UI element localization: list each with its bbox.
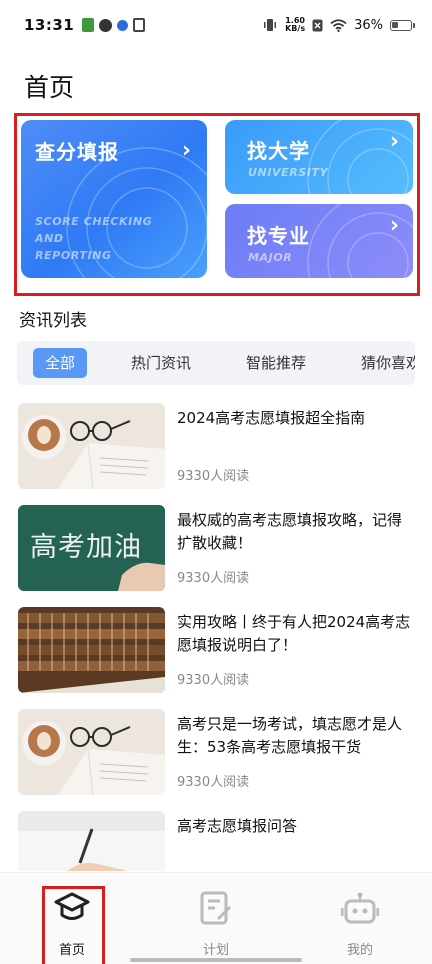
news-title: 高考志愿填报问答 <box>177 817 298 835</box>
find-major-card[interactable]: 找专业 › MAJOR <box>225 204 413 278</box>
news-read-count: 9330人阅读 <box>177 673 250 688</box>
battery-level <box>392 21 398 28</box>
speed-unit: KB/s <box>285 24 306 33</box>
app-notification-icon <box>99 18 113 32</box>
nav-mine[interactable]: 我的 <box>288 873 432 964</box>
library-image <box>18 607 165 693</box>
chevron-right-icon: › <box>389 129 399 154</box>
news-title: 实用攻略丨终于有人把2024高考志愿填报说明白了！ <box>177 613 411 654</box>
news-item[interactable]: 高考加油 最权威的高考志愿填报攻略，记得扩散收藏！ 9330人阅读 <box>18 505 418 591</box>
coffee-book-image <box>18 403 165 489</box>
news-title: 最权威的高考志愿填报攻略，记得扩散收藏！ <box>177 511 403 552</box>
subtitle-line: REPORTING <box>35 249 112 262</box>
find-university-subtitle: UNIVERSITY <box>248 166 329 179</box>
battery-icon <box>390 19 415 31</box>
section-title-news: 资讯列表 <box>19 311 87 331</box>
status-bar: 13:31 1.60 KB/s 36% <box>0 0 432 50</box>
no-sim-icon <box>312 19 323 31</box>
status-indicators: 1.60 KB/s 36% <box>262 17 415 33</box>
chalkboard-text: 高考加油 <box>30 532 142 563</box>
news-thumbnail: 高考加油 <box>18 505 165 591</box>
news-read-count: 9330人阅读 <box>177 469 250 484</box>
news-item[interactable]: 高考志愿填报问答 <box>18 811 418 871</box>
news-tabs: 全部 热门资讯 智能推荐 猜你喜欢 <box>17 341 415 385</box>
coffee-book-image <box>18 709 165 795</box>
battery-percent: 36% <box>354 17 383 33</box>
news-thumbnail <box>18 811 165 871</box>
find-major-title: 找专业 <box>247 224 310 248</box>
wifi-icon <box>330 18 347 32</box>
notification-icons <box>82 18 146 32</box>
plan-edit-icon <box>200 891 232 925</box>
news-thumbnail <box>18 607 165 693</box>
page-title: 首页 <box>24 73 75 102</box>
app-notification-icon <box>133 18 146 32</box>
find-university-title: 找大学 <box>247 139 310 163</box>
score-report-title: 查分填报 <box>35 140 119 164</box>
subtitle-line: AND <box>35 232 64 245</box>
tab-smart-recommend[interactable]: 智能推荐 <box>234 348 318 378</box>
news-read-count: 9330人阅读 <box>177 775 250 790</box>
news-title: 高考只是一场考试，填志愿才是人生：53条高考志愿填报干货 <box>177 715 403 756</box>
nav-mine-label: 我的 <box>346 943 373 958</box>
chevron-right-icon: › <box>389 213 399 238</box>
news-item[interactable]: 2024高考志愿填报超全指南 9330人阅读 <box>18 403 418 489</box>
status-time: 13:31 <box>24 16 75 34</box>
subtitle-line: SCORE CHECKING <box>35 215 153 228</box>
chevron-right-icon: › <box>181 138 191 163</box>
paw-icon <box>117 19 129 31</box>
highlight-frame-nav-home <box>42 886 105 964</box>
news-item[interactable]: 高考只是一场考试，填志愿才是人生：53条高考志愿填报干货 9330人阅读 <box>18 709 418 795</box>
tab-all[interactable]: 全部 <box>33 348 88 378</box>
news-title: 2024高考志愿填报超全指南 <box>177 409 366 427</box>
news-thumbnail <box>18 709 165 795</box>
writing-hand-image <box>18 811 165 871</box>
vibrate-icon <box>264 19 277 31</box>
app-notification-icon <box>82 18 95 32</box>
home-indicator[interactable] <box>130 958 302 962</box>
score-report-card[interactable]: 查分填报 › SCORE CHECKING AND REPORTING <box>21 120 207 278</box>
score-report-subtitle: SCORE CHECKING AND REPORTING <box>35 213 152 264</box>
tab-guess-you-like[interactable]: 猜你喜欢 <box>349 348 415 378</box>
network-speed: 1.60 KB/s <box>285 17 305 33</box>
find-university-card[interactable]: 找大学 › UNIVERSITY <box>225 120 413 194</box>
news-thumbnail <box>18 403 165 489</box>
find-major-subtitle: MAJOR <box>248 251 293 264</box>
robot-icon <box>341 892 379 924</box>
news-read-count: 9330人阅读 <box>177 571 250 586</box>
news-item[interactable]: 实用攻略丨终于有人把2024高考志愿填报说明白了！ 9330人阅读 <box>18 607 418 693</box>
tab-hot-news[interactable]: 热门资讯 <box>119 348 203 378</box>
nav-plan-label: 计划 <box>202 943 229 958</box>
nav-plan[interactable]: 计划 <box>144 873 288 964</box>
